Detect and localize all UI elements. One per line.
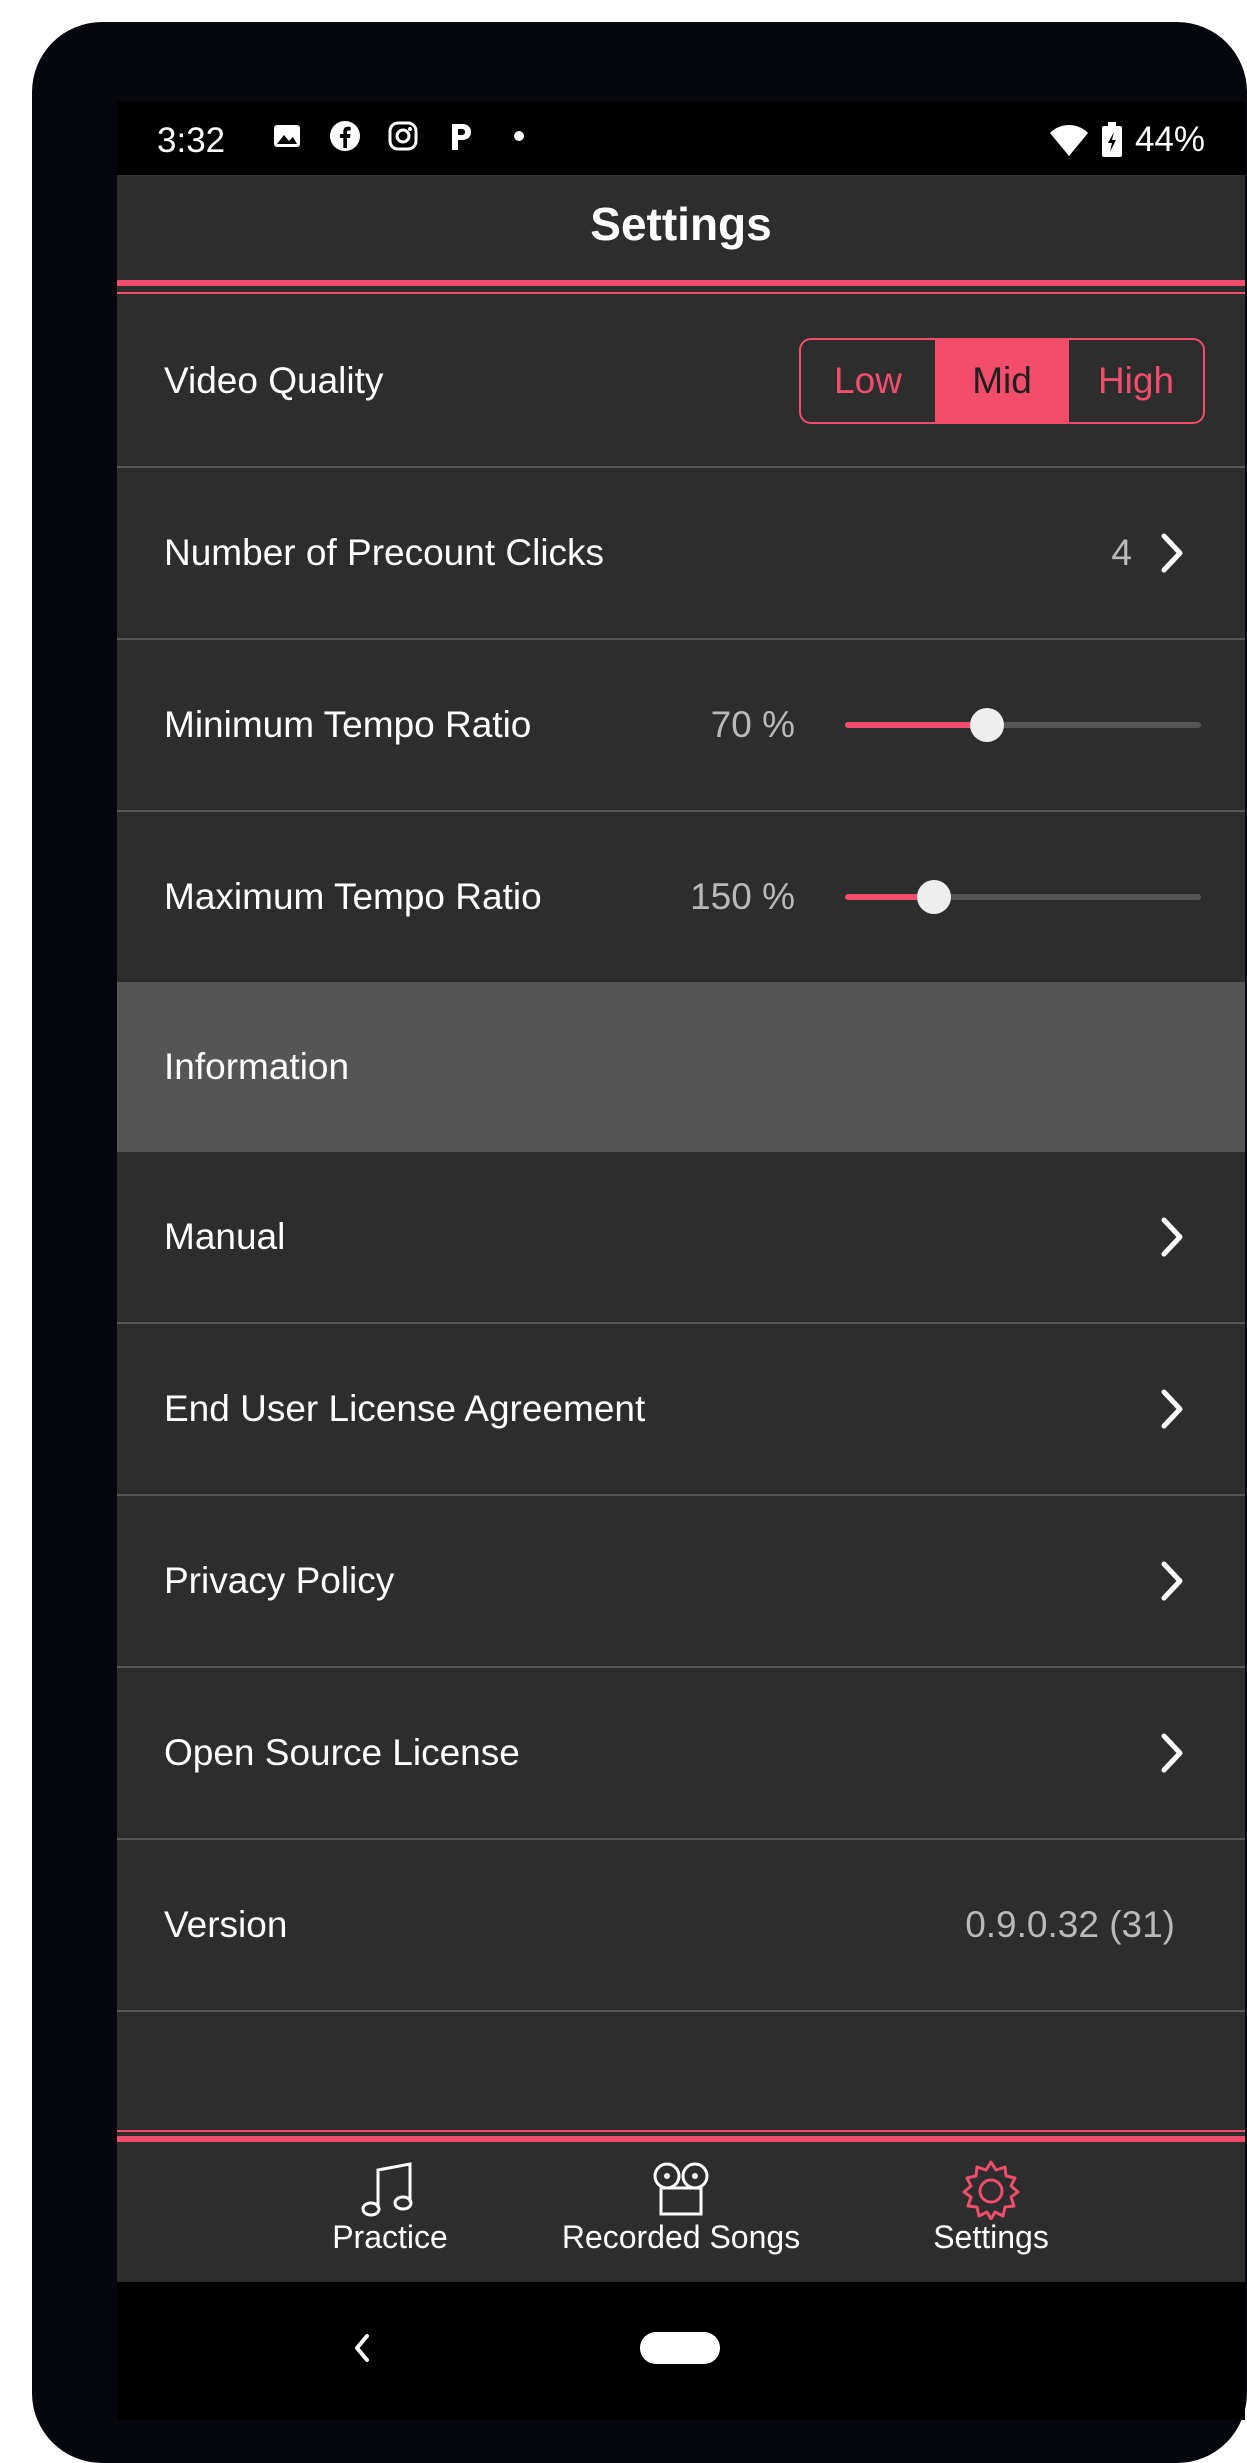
version-label: Version	[164, 1904, 288, 1945]
information-header-label: Information	[164, 1046, 350, 1087]
header-divider	[117, 280, 1245, 286]
open-source-license-label: Open Source License	[164, 1732, 520, 1773]
precount-value: 4	[1111, 532, 1132, 573]
status-time: 3:32	[157, 121, 226, 160]
back-icon[interactable]	[349, 2330, 375, 2366]
battery-icon	[1101, 122, 1122, 157]
image-icon	[267, 116, 307, 156]
status-bar: 3:32 44%	[117, 102, 1245, 175]
max-tempo-slider[interactable]	[845, 880, 1201, 914]
chevron-right-icon	[1161, 1389, 1183, 1429]
max-tempo-row: Maximum Tempo Ratio 150 %	[117, 812, 1245, 982]
video-quality-row: Video Quality Low Mid High	[117, 296, 1245, 468]
privacy-policy-label: Privacy Policy	[164, 1560, 395, 1601]
chevron-right-icon	[1161, 1733, 1183, 1773]
version-value: 0.9.0.32 (31)	[965, 1904, 1175, 1945]
quality-mid-button[interactable]: Mid	[935, 340, 1069, 422]
manual-row[interactable]: Manual	[117, 1152, 1245, 1324]
eula-label: End User License Agreement	[164, 1388, 646, 1429]
max-tempo-label: Maximum Tempo Ratio	[164, 876, 542, 917]
page-title: Settings	[590, 198, 772, 250]
max-tempo-slider-thumb[interactable]	[917, 880, 951, 914]
information-section-header: Information	[117, 982, 1245, 1152]
chevron-right-icon	[1161, 533, 1183, 573]
bottom-navigation: Practice Recorded Songs Settings	[117, 2142, 1245, 2269]
eula-row[interactable]: End User License Agreement	[117, 1324, 1245, 1496]
min-tempo-slider-thumb[interactable]	[970, 708, 1005, 742]
quality-low-button[interactable]: Low	[801, 340, 935, 422]
header-divider-thin	[117, 292, 1245, 294]
manual-label: Manual	[164, 1216, 286, 1257]
nav-practice-label: Practice	[332, 2219, 448, 2255]
nav-recorded-songs-label: Recorded Songs	[561, 2219, 801, 2255]
video-quality-label: Video Quality	[164, 360, 384, 401]
film-camera-icon	[653, 2162, 709, 2216]
home-pill-button[interactable]	[640, 2332, 720, 2364]
min-tempo-label: Minimum Tempo Ratio	[164, 704, 532, 745]
nav-recorded-songs[interactable]: Recorded Songs	[531, 2142, 831, 2269]
max-tempo-value: 150 %	[690, 876, 795, 917]
chevron-right-icon	[1161, 1217, 1183, 1257]
gear-icon	[962, 2160, 1020, 2220]
version-row: Version 0.9.0.32 (31)	[117, 1840, 1245, 2012]
precount-label: Number of Precount Clicks	[164, 532, 605, 573]
nav-practice[interactable]: Practice	[240, 2142, 540, 2269]
notification-icons	[267, 116, 539, 156]
facebook-icon	[325, 116, 365, 156]
instagram-icon	[383, 116, 423, 156]
app-screen: 3:32 44% Settings Video Quality Low Mid …	[117, 102, 1245, 2420]
quality-high-button[interactable]: High	[1069, 340, 1203, 422]
wifi-icon	[1049, 125, 1088, 156]
battery-percent: 44%	[1134, 120, 1205, 159]
min-tempo-value: 70 %	[710, 704, 795, 745]
min-tempo-slider-fill	[845, 722, 988, 728]
min-tempo-row: Minimum Tempo Ratio 70 %	[117, 640, 1245, 812]
status-right: 44%	[1049, 120, 1205, 160]
privacy-policy-row[interactable]: Privacy Policy	[117, 1496, 1245, 1668]
precount-row[interactable]: Number of Precount Clicks 4	[117, 468, 1245, 640]
system-nav-bar	[117, 2282, 1245, 2420]
dot-icon	[499, 116, 539, 156]
device-frame: 3:32 44% Settings Video Quality Low Mid …	[32, 22, 1247, 2463]
nav-settings[interactable]: Settings	[841, 2142, 1141, 2269]
video-quality-segmented: Low Mid High	[799, 338, 1205, 424]
nav-settings-label: Settings	[933, 2219, 1049, 2255]
nav-divider-thin	[117, 2130, 1245, 2132]
min-tempo-slider[interactable]	[845, 708, 1201, 742]
p-icon	[441, 116, 481, 156]
open-source-license-row[interactable]: Open Source License	[117, 1668, 1245, 1840]
chevron-right-icon	[1161, 1561, 1183, 1601]
music-note-icon	[361, 2162, 413, 2217]
